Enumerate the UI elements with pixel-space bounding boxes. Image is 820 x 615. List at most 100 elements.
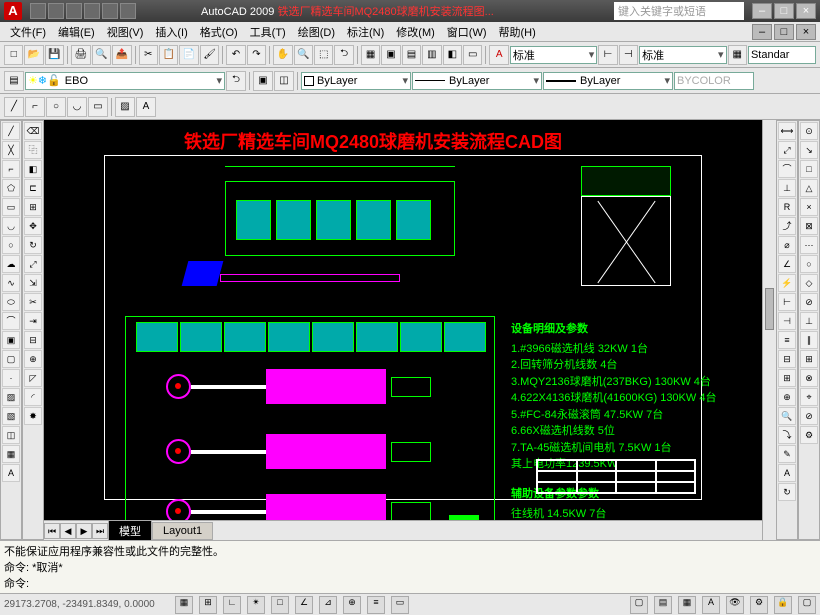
layer-prev-icon[interactable]: ⮌ [226, 71, 246, 91]
workspace-switch-icon[interactable]: ⚙ [750, 596, 768, 614]
dim-tool2-icon[interactable]: ⊣ [619, 45, 638, 65]
qat-print-icon[interactable] [120, 3, 136, 19]
markup-icon[interactable]: ◧ [443, 45, 462, 65]
dim-aligned-icon[interactable]: ⤢ [778, 141, 796, 159]
qat-save-icon[interactable] [66, 3, 82, 19]
sheet-set-icon[interactable]: ▥ [422, 45, 441, 65]
calc-icon[interactable]: ▭ [463, 45, 482, 65]
dim-edit-icon[interactable]: ✎ [778, 445, 796, 463]
stretch-icon[interactable]: ⇲ [24, 274, 42, 292]
hatch-tool-icon[interactable]: ▨ [2, 388, 20, 406]
clean-screen-icon[interactable]: ▢ [798, 596, 816, 614]
coordinates-readout[interactable]: 29173.2708, -23491.8349, 0.0000 [4, 599, 169, 610]
qat-open-icon[interactable] [48, 3, 64, 19]
polygon-tool-icon[interactable]: ⬠ [2, 179, 20, 197]
jog-linear-icon[interactable]: ⤵ [778, 426, 796, 444]
hatch-icon[interactable]: ▨ [115, 97, 135, 117]
copy-tool-icon[interactable]: ⿻ [24, 141, 42, 159]
xline-tool-icon[interactable]: ╳ [2, 141, 20, 159]
chamfer-icon[interactable]: ◸ [24, 369, 42, 387]
undo-icon[interactable]: ↶ [226, 45, 245, 65]
dim-linear-icon[interactable]: ⟷ [778, 122, 796, 140]
center-mark-icon[interactable]: ⊕ [778, 388, 796, 406]
model-space-toggle[interactable]: ▢ [630, 596, 648, 614]
snap-node-icon[interactable]: ⊗ [800, 369, 818, 387]
dyn-toggle[interactable]: ⊕ [343, 596, 361, 614]
layer-iso-icon[interactable]: ◫ [274, 71, 294, 91]
snap-ins-icon[interactable]: ⊞ [800, 350, 818, 368]
menu-edit[interactable]: 编辑(E) [52, 22, 101, 42]
menu-format[interactable]: 格式(O) [194, 22, 244, 42]
dim-tool-icon[interactable]: ⊢ [598, 45, 617, 65]
explode-icon[interactable]: ✸ [24, 407, 42, 425]
inspect-icon[interactable]: 🔍 [778, 407, 796, 425]
pan-icon[interactable]: ✋ [273, 45, 292, 65]
close-button[interactable]: × [796, 3, 816, 19]
properties-icon[interactable]: ▦ [361, 45, 380, 65]
tool-palette-icon[interactable]: ▤ [402, 45, 421, 65]
save-icon[interactable]: 💾 [45, 45, 64, 65]
scale-icon[interactable]: ⤢ [24, 255, 42, 273]
copy-icon[interactable]: 📋 [159, 45, 178, 65]
arc-tool-icon[interactable]: ◡ [2, 217, 20, 235]
layer-state-icon[interactable]: ▣ [253, 71, 273, 91]
drawing-canvas[interactable]: 铁选厂精选车间MQ2480球磨机安装流程CAD图 [44, 120, 762, 520]
match-icon[interactable]: 🖌 [200, 45, 219, 65]
trim-icon[interactable]: ✂ [24, 293, 42, 311]
open-icon[interactable]: 📂 [24, 45, 43, 65]
arc-icon[interactable]: ◡ [67, 97, 87, 117]
doc-minimize-button[interactable]: – [752, 24, 772, 40]
text-style-combo[interactable]: 标准▾ [639, 46, 726, 64]
dim-ang-icon[interactable]: ∠ [778, 255, 796, 273]
snap-temp-icon[interactable]: ⊙ [800, 122, 818, 140]
dim-radius-icon[interactable]: R [778, 198, 796, 216]
publish-icon[interactable]: 📤 [112, 45, 131, 65]
toolbar-lock-icon[interactable]: 🔒 [774, 596, 792, 614]
snap-end-icon[interactable]: □ [800, 160, 818, 178]
zoom-win-icon[interactable]: ⬚ [314, 45, 333, 65]
menu-draw[interactable]: 绘图(D) [292, 22, 341, 42]
tab-model[interactable]: 模型 [108, 520, 152, 541]
color-combo[interactable]: ByLayer▾ [301, 72, 411, 90]
ducs-toggle[interactable]: ⊿ [319, 596, 337, 614]
menu-view[interactable]: 视图(V) [101, 22, 150, 42]
linetype-combo[interactable]: ByLayer▾ [412, 72, 542, 90]
qp-toggle[interactable]: ▭ [391, 596, 409, 614]
plot-style-combo[interactable]: BYCOLOR [674, 72, 754, 90]
table-style-icon[interactable]: ▦ [728, 45, 747, 65]
offset-icon[interactable]: ⊏ [24, 179, 42, 197]
region-tool-icon[interactable]: ◫ [2, 426, 20, 444]
dim-jog-icon[interactable]: ⤴ [778, 217, 796, 235]
minimize-button[interactable]: – [752, 3, 772, 19]
dim-arc-icon[interactable]: ⌒ [778, 160, 796, 178]
dim-tedit-icon[interactable]: A [778, 464, 796, 482]
vertical-scrollbar[interactable] [762, 120, 776, 540]
make-block-icon[interactable]: ▢ [2, 350, 20, 368]
ellipse-arc-tool-icon[interactable]: ⌒ [2, 312, 20, 330]
dim-cont-icon[interactable]: ⊣ [778, 312, 796, 330]
layer-props-icon[interactable]: ▤ [4, 71, 24, 91]
mirror-icon[interactable]: ◧ [24, 160, 42, 178]
point-tool-icon[interactable]: · [2, 369, 20, 387]
otrack-toggle[interactable]: ∠ [295, 596, 313, 614]
doc-close-button[interactable]: × [796, 24, 816, 40]
tab-first-icon[interactable]: ⏮ [44, 523, 60, 539]
insert-block-icon[interactable]: ▣ [2, 331, 20, 349]
dim-update-icon[interactable]: ↻ [778, 483, 796, 501]
join-icon[interactable]: ⊕ [24, 350, 42, 368]
dim-break-icon[interactable]: ⊟ [778, 350, 796, 368]
menu-file[interactable]: 文件(F) [4, 22, 52, 42]
snap-tan-icon[interactable]: ⊘ [800, 293, 818, 311]
menu-insert[interactable]: 插入(I) [149, 22, 193, 42]
menu-dim[interactable]: 标注(N) [341, 22, 390, 42]
menu-help[interactable]: 帮助(H) [493, 22, 542, 42]
snap-quad-icon[interactable]: ◇ [800, 274, 818, 292]
plot-icon[interactable]: 🖨 [71, 45, 90, 65]
qat-undo-icon[interactable] [84, 3, 100, 19]
grid-toggle[interactable]: ⊞ [199, 596, 217, 614]
rect-icon[interactable]: ▭ [88, 97, 108, 117]
snap-cen-icon[interactable]: ○ [800, 255, 818, 273]
table-style-combo[interactable]: Standar [748, 46, 816, 64]
lineweight-combo[interactable]: ByLayer▾ [543, 72, 673, 90]
snap-near-icon[interactable]: ⌖ [800, 388, 818, 406]
